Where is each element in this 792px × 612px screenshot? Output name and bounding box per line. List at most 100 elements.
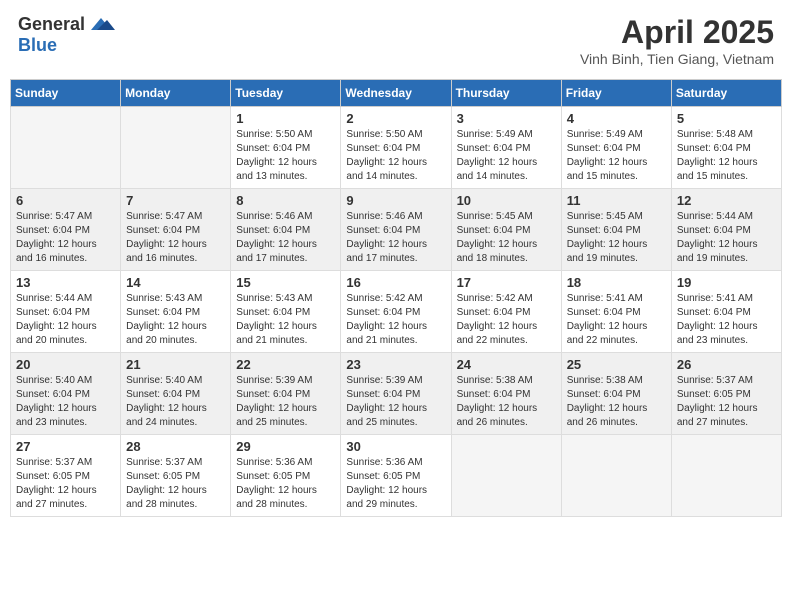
calendar-day-cell [671,435,781,517]
day-info: Sunrise: 5:49 AMSunset: 6:04 PMDaylight:… [567,128,666,184]
calendar-day-cell: 16 Sunrise: 5:42 AMSunset: 6:04 PMDayligh… [341,271,451,353]
day-number: 15 [236,275,335,290]
day-number: 28 [126,439,225,454]
calendar-day-cell: 22Sunrise: 5:39 AMSunset: 6:04 PMDayligh… [231,353,341,435]
day-number: 25 [567,357,666,372]
calendar-day-cell: 3Sunrise: 5:49 AMSunset: 6:04 PMDaylight… [451,107,561,189]
day-number: 8 [236,193,335,208]
calendar-day-cell: 11 Sunrise: 5:45 AMSunset: 6:04 PMDayligh… [561,189,671,271]
logo-general-text: General [18,14,85,35]
day-info: Sunrise: 5:47 AMSunset: 6:04 PMDaylight:… [126,210,225,266]
day-number: 10 [457,193,556,208]
day-number: 19 [677,275,776,290]
calendar-day-cell [11,107,121,189]
calendar-day-cell: 21 Sunrise: 5:40 AMSunset: 6:04 PMDayligh… [121,353,231,435]
day-info: Sunrise: 5:37 AMSunset: 6:05 PMDaylight:… [126,456,225,512]
calendar-day-cell: 19Sunrise: 5:41 AMSunset: 6:04 PMDayligh… [671,271,781,353]
day-number: 17 [457,275,556,290]
calendar-day-cell: 13 Sunrise: 5:44 AMSunset: 6:04 PMDayligh… [11,271,121,353]
day-number: 16 [346,275,445,290]
day-info: Sunrise: 5:46 AMSunset: 6:04 PMDaylight:… [236,210,335,266]
day-number: 7 [126,193,225,208]
calendar-day-cell: 10 Sunrise: 5:45 AMSunset: 6:04 PMDayligh… [451,189,561,271]
calendar-day-cell: 2 Sunrise: 5:50 AMSunset: 6:04 PMDaylight… [341,107,451,189]
day-info: Sunrise: 5:49 AMSunset: 6:04 PMDaylight:… [457,128,556,184]
calendar-day-cell: 17 Sunrise: 5:42 AMSunset: 6:04 PMDayligh… [451,271,561,353]
day-info: Sunrise: 5:36 AMSunset: 6:05 PMDaylight:… [236,456,335,512]
day-number: 21 [126,357,225,372]
day-number: 12 [677,193,776,208]
calendar-day-cell: 1 Sunrise: 5:50 AMSunset: 6:04 PMDaylight… [231,107,341,189]
day-info: Sunrise: 5:50 AMSunset: 6:04 PMDaylight:… [346,128,445,184]
day-number: 22 [236,357,335,372]
day-number: 6 [16,193,115,208]
calendar-table: SundayMondayTuesdayWednesdayThursdayFrid… [10,79,782,517]
day-info: Sunrise: 5:43 AMSunset: 6:04 PMDaylight:… [236,292,335,348]
day-number: 26 [677,357,776,372]
day-number: 2 [346,111,445,126]
day-number: 29 [236,439,335,454]
calendar-day-cell: 7 Sunrise: 5:47 AMSunset: 6:04 PMDaylight… [121,189,231,271]
day-number: 1 [236,111,335,126]
weekday-header: Tuesday [231,80,341,107]
logo-icon [87,16,115,34]
calendar-day-cell: 27 Sunrise: 5:37 AMSunset: 6:05 PMDayligh… [11,435,121,517]
day-info: Sunrise: 5:40 AMSunset: 6:04 PMDaylight:… [126,374,225,430]
calendar-day-cell: 18 Sunrise: 5:41 AMSunset: 6:04 PMDayligh… [561,271,671,353]
calendar-day-cell: 4 Sunrise: 5:49 AMSunset: 6:04 PMDaylight… [561,107,671,189]
calendar-day-cell: 26 Sunrise: 5:37 AMSunset: 6:05 PMDayligh… [671,353,781,435]
day-info: Sunrise: 5:45 AMSunset: 6:04 PMDaylight:… [567,210,666,266]
calendar-day-cell: 30Sunrise: 5:36 AMSunset: 6:05 PMDayligh… [341,435,451,517]
day-number: 24 [457,357,556,372]
calendar-week-row: 13 Sunrise: 5:44 AMSunset: 6:04 PMDayligh… [11,271,782,353]
day-info: Sunrise: 5:45 AMSunset: 6:04 PMDaylight:… [457,210,556,266]
calendar-day-cell: 9 Sunrise: 5:46 AMSunset: 6:04 PMDaylight… [341,189,451,271]
day-info: Sunrise: 5:37 AMSunset: 6:05 PMDaylight:… [677,374,776,430]
day-info: Sunrise: 5:42 AMSunset: 6:04 PMDaylight:… [457,292,556,348]
day-number: 23 [346,357,445,372]
day-info: Sunrise: 5:42 AMSunset: 6:04 PMDaylight:… [346,292,445,348]
day-info: Sunrise: 5:50 AMSunset: 6:04 PMDaylight:… [236,128,335,184]
month-title: April 2025 [580,14,774,51]
day-number: 18 [567,275,666,290]
weekday-header: Monday [121,80,231,107]
day-info: Sunrise: 5:38 AMSunset: 6:04 PMDaylight:… [457,374,556,430]
day-info: Sunrise: 5:46 AMSunset: 6:04 PMDaylight:… [346,210,445,266]
calendar-day-cell: 15 Sunrise: 5:43 AMSunset: 6:04 PMDayligh… [231,271,341,353]
day-info: Sunrise: 5:39 AMSunset: 6:04 PMDaylight:… [346,374,445,430]
calendar-day-cell [561,435,671,517]
day-info: Sunrise: 5:38 AMSunset: 6:04 PMDaylight:… [567,374,666,430]
logo: General Blue [18,14,115,56]
day-number: 20 [16,357,115,372]
day-number: 9 [346,193,445,208]
calendar-day-cell: 5Sunrise: 5:48 AMSunset: 6:04 PMDaylight… [671,107,781,189]
weekday-header: Wednesday [341,80,451,107]
calendar-day-cell: 8 Sunrise: 5:46 AMSunset: 6:04 PMDaylight… [231,189,341,271]
calendar-day-cell: 20Sunrise: 5:40 AMSunset: 6:04 PMDayligh… [11,353,121,435]
calendar-header: SundayMondayTuesdayWednesdayThursdayFrid… [11,80,782,107]
calendar-day-cell: 14Sunrise: 5:43 AMSunset: 6:04 PMDayligh… [121,271,231,353]
day-number: 27 [16,439,115,454]
logo-blue-text: Blue [18,35,57,55]
day-number: 13 [16,275,115,290]
weekday-header: Thursday [451,80,561,107]
calendar-body: 1 Sunrise: 5:50 AMSunset: 6:04 PMDaylight… [11,107,782,517]
day-info: Sunrise: 5:44 AMSunset: 6:04 PMDaylight:… [16,292,115,348]
weekday-header: Saturday [671,80,781,107]
calendar-week-row: 1 Sunrise: 5:50 AMSunset: 6:04 PMDaylight… [11,107,782,189]
day-info: Sunrise: 5:41 AMSunset: 6:04 PMDaylight:… [567,292,666,348]
day-info: Sunrise: 5:37 AMSunset: 6:05 PMDaylight:… [16,456,115,512]
day-number: 11 [567,193,666,208]
calendar-week-row: 6 Sunrise: 5:47 AMSunset: 6:04 PMDaylight… [11,189,782,271]
day-number: 30 [346,439,445,454]
title-section: April 2025 Vinh Binh, Tien Giang, Vietna… [580,14,774,67]
calendar-day-cell: 25 Sunrise: 5:38 AMSunset: 6:04 PMDayligh… [561,353,671,435]
day-number: 4 [567,111,666,126]
weekday-header: Sunday [11,80,121,107]
day-info: Sunrise: 5:44 AMSunset: 6:04 PMDaylight:… [677,210,776,266]
page-header: General Blue April 2025 Vinh Binh, Tien … [10,10,782,71]
calendar-day-cell: 28 Sunrise: 5:37 AMSunset: 6:05 PMDayligh… [121,435,231,517]
calendar-day-cell [121,107,231,189]
weekday-header: Friday [561,80,671,107]
day-number: 5 [677,111,776,126]
